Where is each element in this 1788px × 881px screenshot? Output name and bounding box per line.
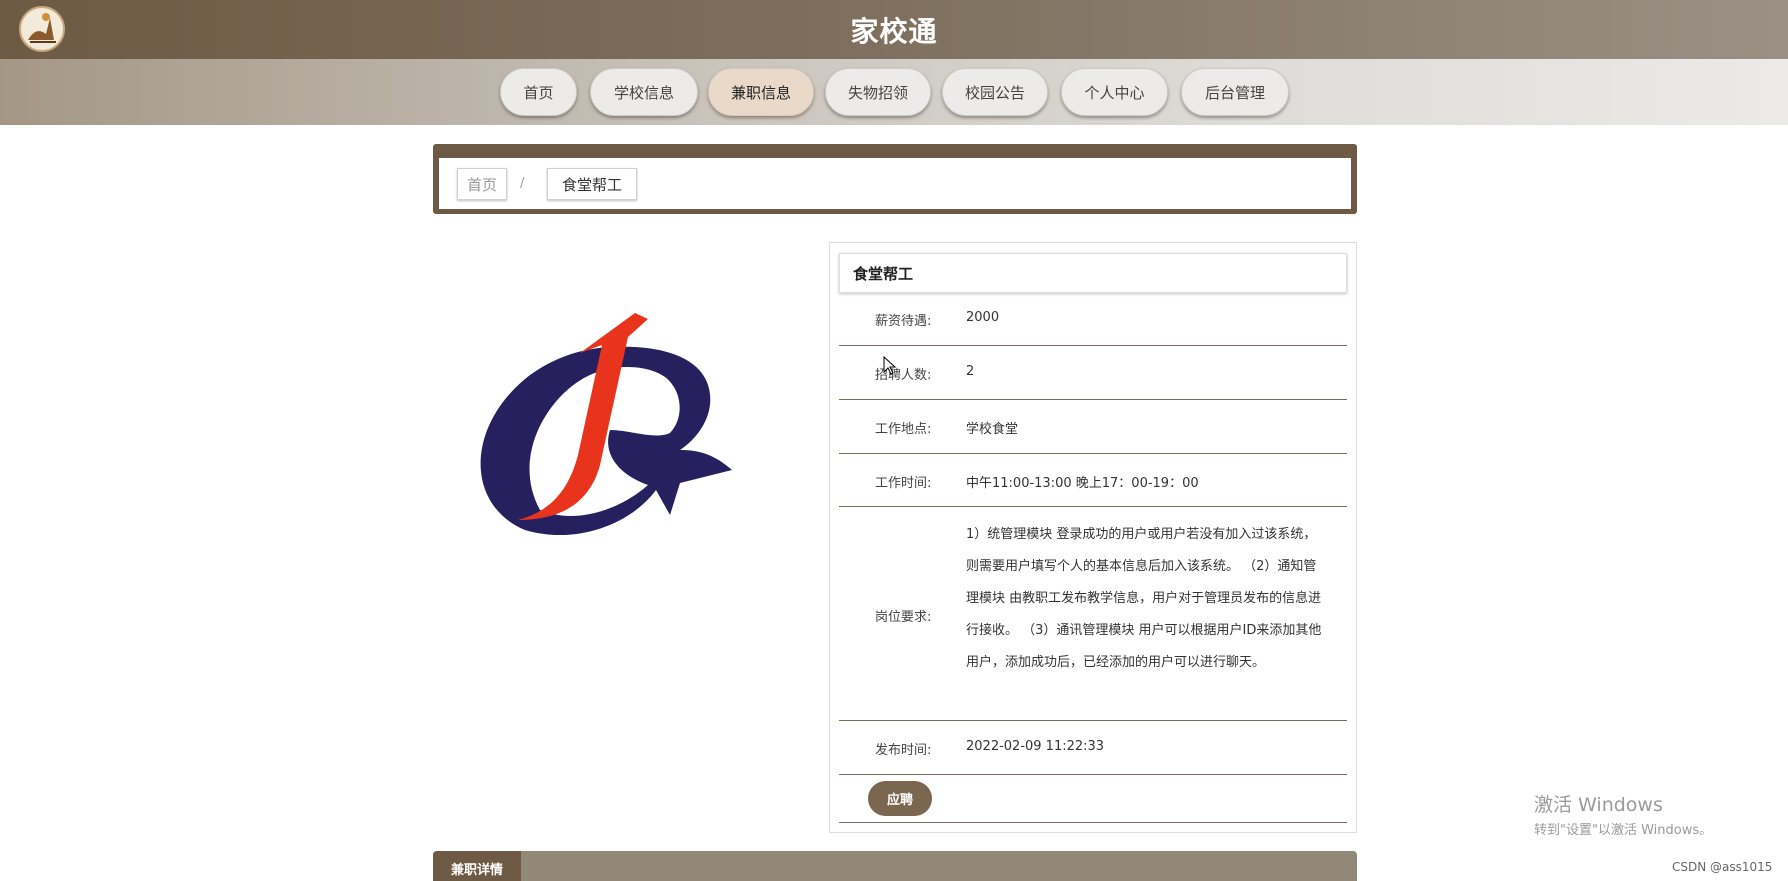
headcount-value: 2 bbox=[966, 364, 975, 379]
detail-tab-bar: 兼职详情 bbox=[433, 851, 1357, 881]
requirements-label: 岗位要求: bbox=[875, 610, 932, 625]
row-location: 工作地点: 学校食堂 bbox=[839, 400, 1347, 454]
breadcrumb-current: 食堂帮工 bbox=[547, 168, 637, 200]
mouse-cursor-icon bbox=[883, 355, 897, 380]
csdn-credit: CSDN @ass1015 bbox=[1672, 860, 1773, 874]
location-label: 工作地点: bbox=[875, 422, 932, 437]
published-value: 2022-02-09 11:22:33 bbox=[966, 739, 1105, 754]
row-headcount: 招聘人数: 2 bbox=[839, 346, 1347, 400]
salary-value: 2000 bbox=[966, 310, 1000, 325]
row-requirements: 岗位要求: 1）统管理模块 登录成功的用户或用户若没有加入过该系统，则需要用户填… bbox=[839, 507, 1347, 721]
watermark-line2: 转到"设置"以激活 Windows。 bbox=[1534, 823, 1713, 838]
nav-school-info[interactable]: 学校信息 bbox=[590, 68, 698, 116]
apply-button[interactable]: 应聘 bbox=[868, 781, 932, 816]
nav-home[interactable]: 首页 bbox=[500, 68, 577, 116]
breadcrumb-separator: / bbox=[520, 176, 525, 191]
main-nav: 首页 学校信息 兼职信息 失物招领 校园公告 个人中心 后台管理 bbox=[0, 59, 1788, 125]
nav-personal-center[interactable]: 个人中心 bbox=[1061, 68, 1168, 116]
row-salary: 薪资待遇: 2000 bbox=[839, 293, 1347, 346]
nav-admin[interactable]: 后台管理 bbox=[1181, 68, 1289, 116]
nav-campus-notice[interactable]: 校园公告 bbox=[942, 68, 1048, 116]
row-work-time: 工作时间: 中午11:00-13:00 晚上17：00-19：00 bbox=[839, 454, 1347, 507]
top-header: 家校通 bbox=[0, 0, 1788, 59]
row-published: 发布时间: 2022-02-09 11:22:33 bbox=[839, 721, 1347, 775]
row-actions: 应聘 bbox=[839, 775, 1347, 823]
job-title: 食堂帮工 bbox=[839, 253, 1347, 293]
work-time-label: 工作时间: bbox=[875, 476, 932, 491]
breadcrumb-home[interactable]: 首页 bbox=[457, 168, 507, 200]
nav-part-time[interactable]: 兼职信息 bbox=[708, 68, 814, 116]
job-info-panel: 食堂帮工 薪资待遇: 2000 招聘人数: 2 工作地点: 学校食堂 工作时间:… bbox=[829, 242, 1357, 833]
nav-lost-found[interactable]: 失物招领 bbox=[825, 68, 931, 116]
watermark-line1: 激活 Windows bbox=[1534, 794, 1663, 816]
site-title: 家校通 bbox=[850, 15, 938, 48]
published-label: 发布时间: bbox=[875, 743, 932, 758]
location-value: 学校食堂 bbox=[966, 422, 1019, 437]
breadcrumb-inner: 首页 / 食堂帮工 bbox=[439, 158, 1351, 209]
requirements-value: 1）统管理模块 登录成功的用户或用户若没有加入过该系统，则需要用户填写个人的基本… bbox=[966, 527, 1322, 670]
work-time-value: 中午11:00-13:00 晚上17：00-19：00 bbox=[966, 476, 1199, 491]
windows-activation-watermark: 激活 Windows 转到"设置"以激活 Windows。 bbox=[1534, 790, 1712, 838]
breadcrumb: 首页 / 食堂帮工 bbox=[433, 144, 1357, 214]
salary-label: 薪资待遇: bbox=[875, 314, 932, 329]
tab-job-details[interactable]: 兼职详情 bbox=[433, 851, 521, 881]
job-image bbox=[470, 305, 780, 555]
